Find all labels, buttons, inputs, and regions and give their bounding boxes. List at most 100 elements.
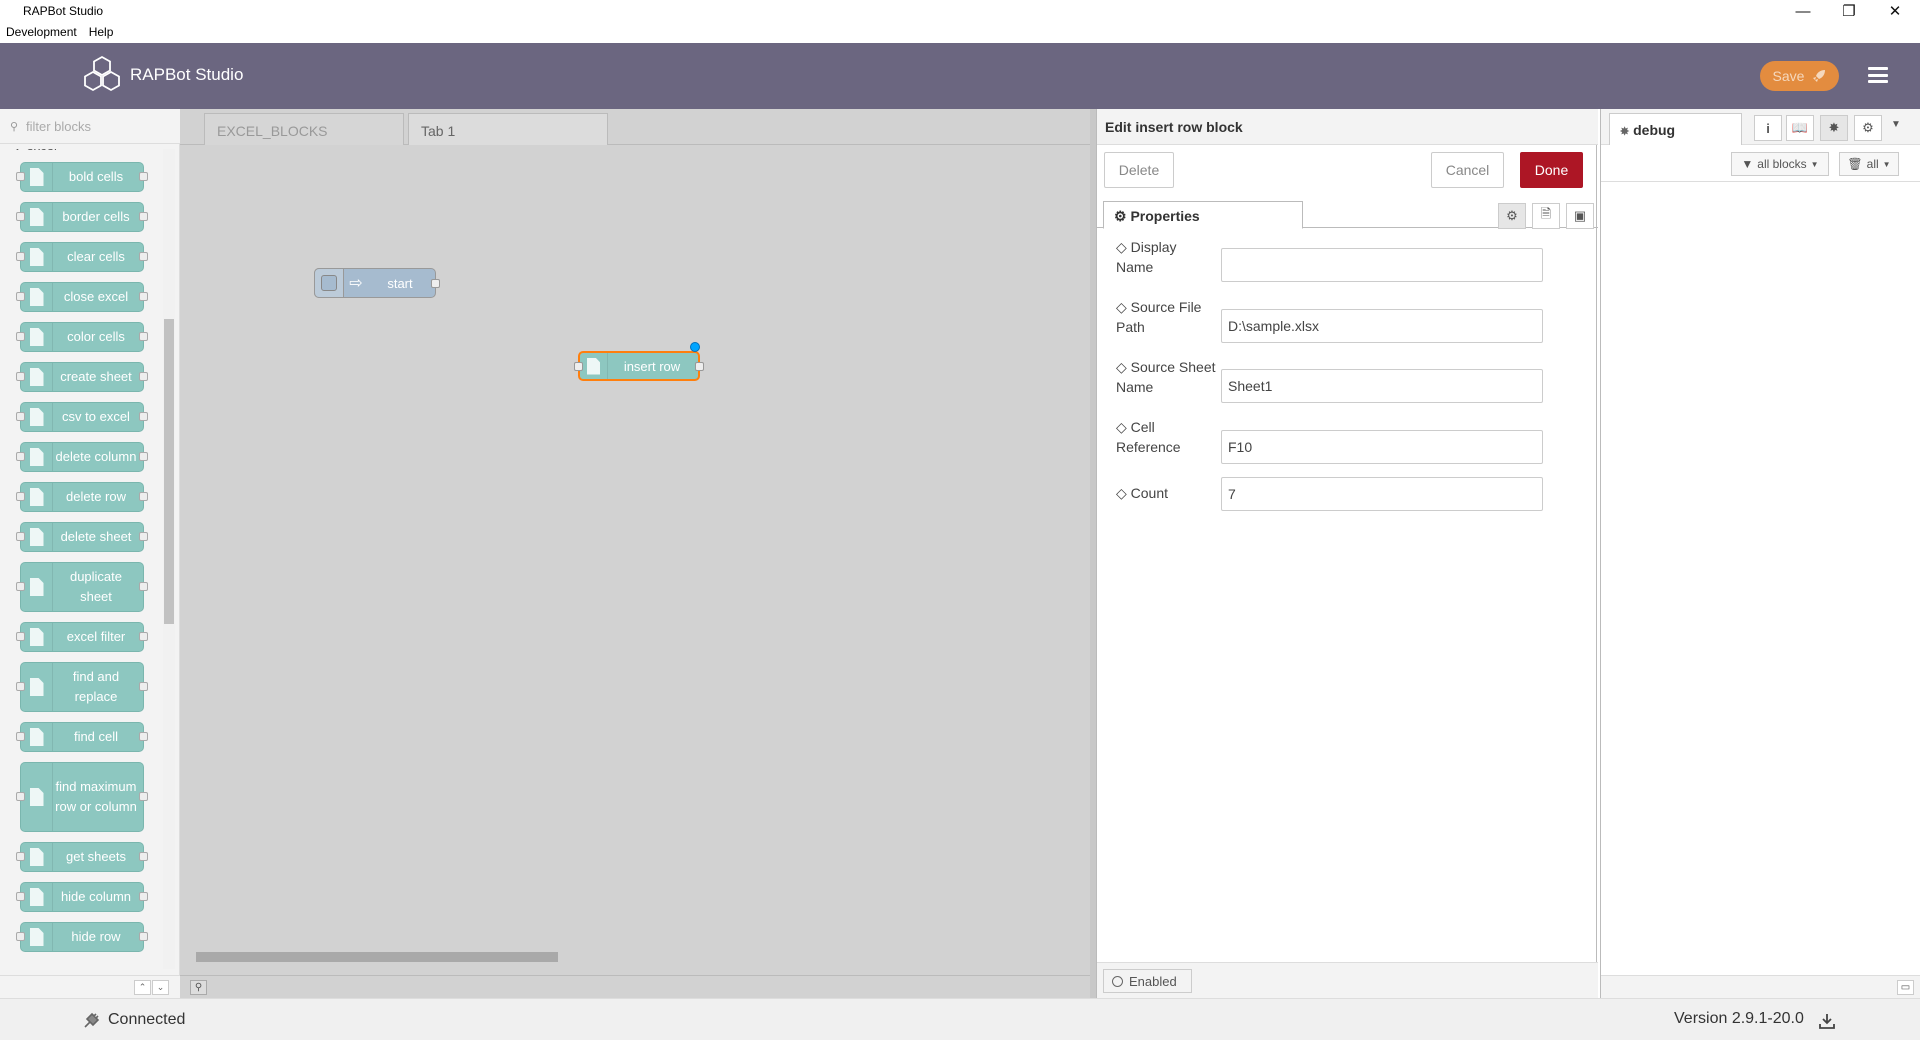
output-port xyxy=(139,372,148,381)
window-titlebar: RAPBot Studio — ❐ ✕ xyxy=(0,0,1920,22)
download-icon[interactable] xyxy=(1818,1012,1836,1030)
book-icon[interactable]: 📖 xyxy=(1786,115,1814,141)
palette-node-bold-cells[interactable]: bold cells xyxy=(16,162,148,192)
document-icon xyxy=(21,323,53,351)
display-name-input[interactable] xyxy=(1221,248,1543,282)
output-port xyxy=(139,532,148,541)
input-port xyxy=(16,792,25,801)
start-node[interactable]: ⇨ start xyxy=(314,268,440,298)
palette-node-delete-row[interactable]: delete row xyxy=(16,482,148,512)
config-gear-icon[interactable]: ⚙ xyxy=(1854,115,1882,141)
input-port xyxy=(16,452,25,461)
window-title: RAPBot Studio xyxy=(23,4,104,18)
collapse-all-icon[interactable]: ⌃ xyxy=(134,980,151,995)
flow-canvas[interactable]: ⇨ start insert row xyxy=(180,145,1090,975)
input-port xyxy=(16,892,25,901)
gear-icon: ⚙ xyxy=(1114,208,1127,224)
delete-button[interactable]: Delete xyxy=(1104,152,1174,188)
palette-node-delete-sheet[interactable]: delete sheet xyxy=(16,522,148,552)
palette-node-find-and-replace[interactable]: find and replace xyxy=(16,662,148,712)
input-port xyxy=(16,582,25,591)
palette-filter[interactable]: ⚲ filter blocks xyxy=(0,109,180,144)
count-input[interactable] xyxy=(1221,477,1543,511)
cancel-button[interactable]: Cancel xyxy=(1431,152,1504,188)
status-bar: Connected Version 2.9.1-20.0 xyxy=(0,998,1920,1040)
save-button[interactable]: Save xyxy=(1760,61,1839,91)
output-port xyxy=(139,492,148,501)
appearance-icon[interactable]: ▣ xyxy=(1566,203,1594,229)
workspace-tabs: EXCEL_BLOCKS Tab 1 xyxy=(180,109,1090,145)
palette-node-hide-row[interactable]: hide row xyxy=(16,922,148,952)
field-label: ◇ Source File Path xyxy=(1116,299,1202,335)
palette-node-clear-cells[interactable]: clear cells xyxy=(16,242,148,272)
document-icon xyxy=(21,723,53,751)
source-sheet-name-input[interactable] xyxy=(1221,369,1543,403)
settings-gear-icon[interactable]: ⚙ xyxy=(1498,203,1526,229)
clear-dropdown[interactable]: 🗑 all ▼ xyxy=(1839,152,1899,176)
source-file-path-input[interactable] xyxy=(1221,309,1543,343)
info-icon[interactable]: i xyxy=(1754,115,1782,141)
main-menu-icon[interactable] xyxy=(1868,67,1888,83)
palette-node-delete-column[interactable]: delete column xyxy=(16,442,148,472)
tab-properties[interactable]: ⚙ Properties xyxy=(1103,201,1303,229)
output-port[interactable] xyxy=(695,362,704,371)
workspace-footer: ⚲ xyxy=(180,975,1090,998)
debug-bug-icon[interactable]: ✸ xyxy=(1820,115,1848,141)
tab-properties-label: Properties xyxy=(1130,208,1200,224)
input-port xyxy=(16,172,25,181)
minimize-icon[interactable]: — xyxy=(1780,0,1826,22)
menu-help[interactable]: Help xyxy=(89,22,120,43)
palette-node-label: delete column xyxy=(55,449,137,464)
output-port[interactable] xyxy=(431,279,440,288)
input-port xyxy=(16,852,25,861)
palette-node-duplicate-sheet[interactable]: duplicate sheet xyxy=(16,562,148,612)
palette-node-get-sheets[interactable]: get sheets xyxy=(16,842,148,872)
palette-node-excel-filter[interactable]: excel filter xyxy=(16,622,148,652)
app-window: RAPBot Studio — ❐ ✕ Development Help RAP… xyxy=(0,0,1920,1040)
filter-blocks-input[interactable]: filter blocks xyxy=(26,119,91,134)
output-port xyxy=(139,632,148,641)
palette-scrollbar[interactable] xyxy=(163,149,175,969)
expand-all-icon[interactable]: ⌄ xyxy=(152,980,169,995)
tab-debug-label: debug xyxy=(1633,122,1676,138)
cell-reference-input[interactable] xyxy=(1221,430,1543,464)
chevron-down-icon[interactable]: ▼ xyxy=(1891,119,1901,130)
inject-button[interactable] xyxy=(314,268,344,298)
close-icon[interactable]: ✕ xyxy=(1872,0,1918,22)
palette-node-create-sheet[interactable]: create sheet xyxy=(16,362,148,392)
tab-debug[interactable]: ✸ debug xyxy=(1609,113,1742,145)
palette-node-find-cell[interactable]: find cell xyxy=(16,722,148,752)
palette-node-color-cells[interactable]: color cells xyxy=(16,322,148,352)
palette-node-find-maximum-row-or-column[interactable]: find maximum row or column xyxy=(16,762,148,832)
tab-excel-blocks[interactable]: EXCEL_BLOCKS xyxy=(204,113,404,145)
palette-category-excel[interactable]: ⌄ excel xyxy=(12,149,57,154)
tab-tab-1[interactable]: Tab 1 xyxy=(408,113,608,145)
palette-node-close-excel[interactable]: close excel xyxy=(16,282,148,312)
insert-row-node-label: insert row xyxy=(623,358,681,374)
palette-node-hide-column[interactable]: hide column xyxy=(16,882,148,912)
restore-icon[interactable]: ❐ xyxy=(1826,0,1872,22)
input-port[interactable] xyxy=(574,362,583,371)
document-icon xyxy=(21,623,53,651)
enabled-toggle[interactable]: Enabled xyxy=(1103,969,1192,993)
palette-node-border-cells[interactable]: border cells xyxy=(16,202,148,232)
palette-node-label: get sheets xyxy=(66,849,126,864)
zoom-search-icon[interactable]: ⚲ xyxy=(190,980,207,995)
description-icon[interactable]: 🗎 xyxy=(1532,203,1560,229)
palette-list: ⌄ excel bold cells border cells clear cell… xyxy=(0,149,165,969)
done-button[interactable]: Done xyxy=(1520,152,1583,188)
menu-development[interactable]: Development xyxy=(6,22,83,43)
monitor-icon[interactable]: ▭ xyxy=(1897,980,1914,995)
filter-dropdown[interactable]: ▼ all blocks ▼ xyxy=(1731,152,1829,176)
palette-footer: ⌃ ⌄ xyxy=(0,975,180,998)
caret-down-icon: ▼ xyxy=(1810,159,1819,169)
insert-row-node[interactable]: insert row xyxy=(574,342,704,381)
palette-node-label: excel filter xyxy=(66,629,126,644)
document-icon xyxy=(21,403,53,431)
document-icon xyxy=(580,353,608,379)
palette-node-csv-to-excel[interactable]: csv to excel xyxy=(16,402,148,432)
document-icon xyxy=(21,203,53,231)
field-label: ◇ Display Name xyxy=(1116,239,1177,275)
workspace-scrollbar[interactable] xyxy=(180,950,1090,962)
brand-name: RAPBot Studio xyxy=(130,65,244,84)
